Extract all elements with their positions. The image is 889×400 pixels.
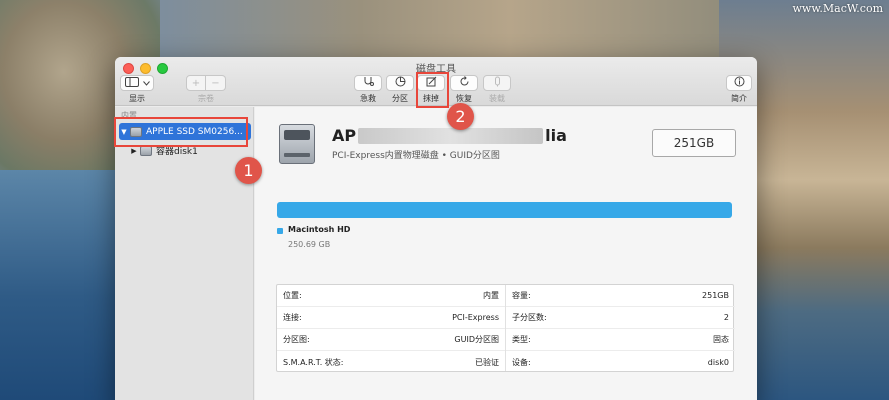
info-row: 分区图: GUID分区图 xyxy=(277,329,505,351)
info-column-left: 位置: 内置 连接: PCI-Express 分区图: GUID分区图 S.M.… xyxy=(277,285,506,371)
remove-volume-button[interactable]: − xyxy=(206,75,226,91)
info-column-right: 容量: 251GB 子分区数: 2 类型: 固态 设备: disk0 xyxy=(506,285,735,371)
info-value: 已验证 xyxy=(475,357,499,367)
usage-bar xyxy=(277,202,732,218)
sidebar: 内置 ▼ APPLE SSD SM0256... ▶ 容器disk1 xyxy=(115,107,254,400)
pie-icon xyxy=(395,76,406,90)
view-button[interactable] xyxy=(120,75,154,91)
info-control: 简介 xyxy=(726,75,752,104)
desktop-sky xyxy=(150,0,750,62)
container-icon xyxy=(140,145,152,156)
capacity-badge: 251GB xyxy=(652,129,736,157)
info-row: 容量: 251GB xyxy=(506,285,735,307)
info-key: 容量: xyxy=(512,291,531,300)
annotation-step-1: 1 xyxy=(235,157,262,184)
main-pane: AP lia PCI-Express内置物理磁盘 • GUID分区图 251GB… xyxy=(255,107,757,400)
info-value: 内置 xyxy=(483,291,499,300)
chevron-down-icon xyxy=(142,78,150,89)
restore-icon xyxy=(459,76,470,90)
stethoscope-icon xyxy=(363,76,374,90)
view-control: 显示 xyxy=(120,75,154,104)
info-key: 连接: xyxy=(283,313,302,322)
info-row: 子分区数: 2 xyxy=(506,307,735,329)
first-aid-label: 急救 xyxy=(360,94,376,103)
mount-button[interactable] xyxy=(483,75,511,91)
info-key: 类型: xyxy=(512,335,531,344)
disclosure-right-icon[interactable]: ▶ xyxy=(129,147,139,155)
info-row: 连接: PCI-Express xyxy=(277,307,505,329)
info-value: disk0 xyxy=(707,357,729,367)
sidebar-icon xyxy=(124,76,139,90)
info-key: S.M.A.R.T. 状态: xyxy=(283,357,344,367)
volume-size: 250.69 GB xyxy=(288,240,331,249)
info-value: 固态 xyxy=(713,335,729,344)
eject-icon xyxy=(492,76,503,90)
partition-label: 分区 xyxy=(392,94,408,103)
restore-button[interactable] xyxy=(450,75,478,91)
first-aid-button[interactable] xyxy=(354,75,382,91)
partition-button[interactable] xyxy=(386,75,414,91)
disk-title-suffix: lia xyxy=(545,126,567,145)
info-row: 类型: 固态 xyxy=(506,329,735,351)
view-label: 显示 xyxy=(129,94,145,103)
volume-label: 宗卷 xyxy=(198,94,214,103)
info-value: 2 xyxy=(723,313,729,322)
mount-control: 装载 xyxy=(483,75,511,104)
info-value: PCI-Express xyxy=(452,313,499,322)
partition-control: 分区 xyxy=(386,75,414,104)
info-icon xyxy=(734,76,745,90)
info-value: GUID分区图 xyxy=(454,335,499,344)
info-button[interactable] xyxy=(726,75,752,91)
volume-control: + − 宗卷 xyxy=(186,75,226,104)
hard-drive-icon xyxy=(279,124,315,164)
redacted-name xyxy=(358,127,544,144)
info-row: S.M.A.R.T. 状态: 已验证 xyxy=(277,351,505,373)
first-aid-control: 急救 xyxy=(354,75,382,104)
disk-title: AP lia xyxy=(332,126,567,145)
watermark: www.MacW.com xyxy=(792,2,883,15)
info-table: 位置: 内置 连接: PCI-Express 分区图: GUID分区图 S.M.… xyxy=(276,284,735,372)
volume-color-swatch xyxy=(277,228,283,234)
mount-label: 装载 xyxy=(489,94,505,103)
disk-subtitle: PCI-Express内置物理磁盘 • GUID分区图 xyxy=(332,151,500,161)
annotation-step-2: 2 xyxy=(447,103,474,130)
info-row: 位置: 内置 xyxy=(277,285,505,307)
disk-utility-window: 磁盘工具 显示 + − 宗卷 急救 分区 抹掉 恢复 装载 简介 内置 ▼ AP… xyxy=(115,57,757,400)
info-value: 251GB xyxy=(702,291,729,300)
info-key: 子分区数: xyxy=(512,313,547,322)
info-key: 分区图: xyxy=(283,335,310,344)
annotation-highlight-disk xyxy=(114,117,248,147)
add-volume-button[interactable]: + xyxy=(186,75,206,91)
annotation-highlight-erase xyxy=(416,72,449,108)
info-label: 简介 xyxy=(731,94,747,103)
volume-name: Macintosh HD xyxy=(288,225,351,234)
info-key: 设备: xyxy=(512,357,531,367)
info-row: 设备: disk0 xyxy=(506,351,735,373)
restore-control: 恢复 xyxy=(450,75,478,104)
disk-title-prefix: AP xyxy=(332,126,357,145)
info-key: 位置: xyxy=(283,291,302,300)
